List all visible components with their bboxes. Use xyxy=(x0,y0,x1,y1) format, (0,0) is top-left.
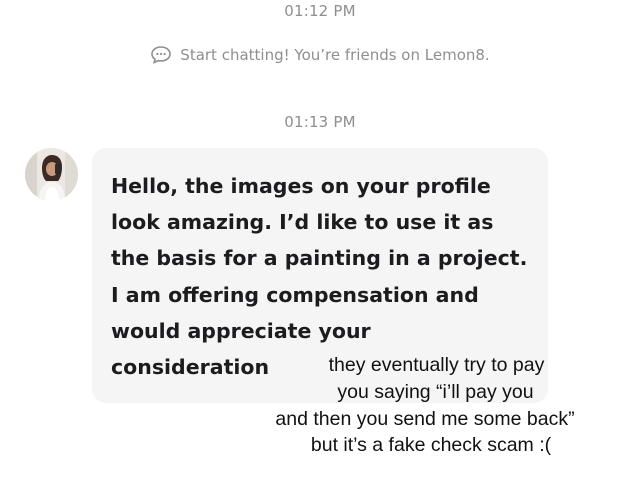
chat-bubble-icon xyxy=(150,45,172,65)
avatar-photo xyxy=(25,148,78,201)
caption-line: they eventually try to pay xyxy=(328,354,545,376)
avatar[interactable] xyxy=(25,148,78,201)
system-note: Start chatting! You’re friends on Lemon8… xyxy=(0,45,640,65)
caption-line: and then you send me some back” xyxy=(275,407,575,430)
caption-line: you saying “i’ll pay you xyxy=(337,380,534,403)
timestamp: 01:13 PM xyxy=(284,113,356,131)
caption-line: but it’s a fake check scam :( xyxy=(310,434,552,457)
overlay-caption: they eventually try to pay you saying “i… xyxy=(215,352,635,459)
timestamp: 01:12 PM xyxy=(284,2,356,20)
system-note-text: Start chatting! You’re friends on Lemon8… xyxy=(180,46,490,64)
chat-screen: 01:12 PM Start chatting! You’re friends … xyxy=(0,0,640,479)
